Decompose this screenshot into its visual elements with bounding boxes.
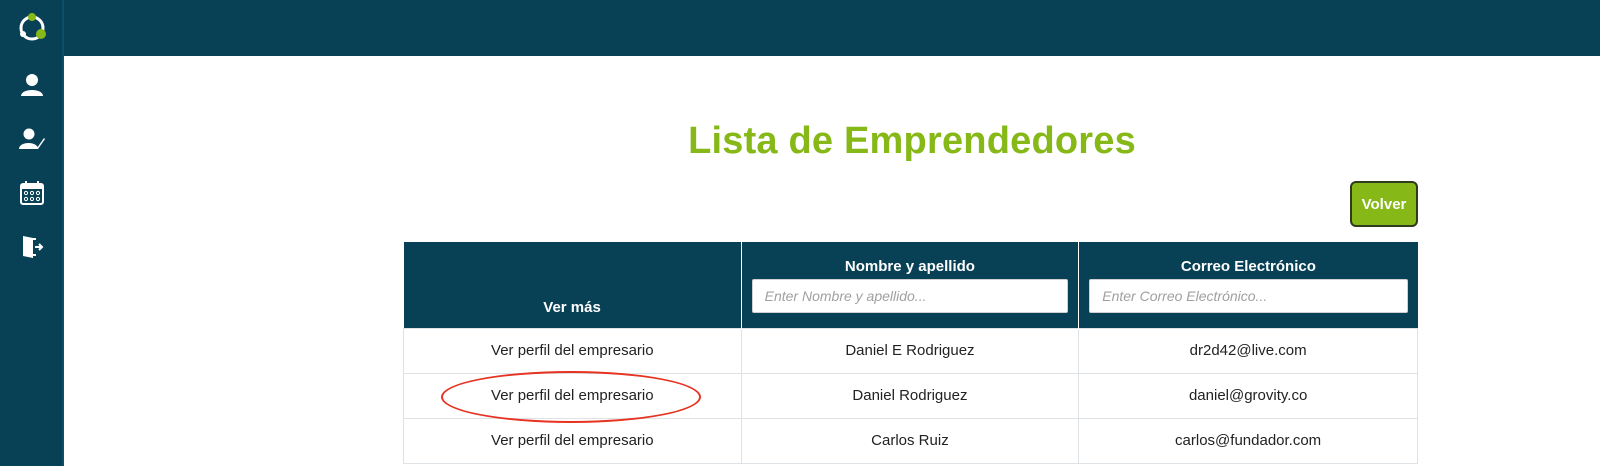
view-profile-link[interactable]: Ver perfil del empresario: [403, 372, 742, 419]
column-header-label: Correo Electrónico: [1180, 258, 1316, 276]
entrepreneurs-table: Ver más Nombre y apellido Correo Electró…: [403, 242, 1418, 464]
name-cell: Daniel E Rodriguez: [740, 327, 1080, 374]
view-profile-link[interactable]: Ver perfil del empresario: [403, 327, 742, 374]
email-cell: dr2d42@live.com: [1078, 327, 1418, 374]
name-cell: Daniel Rodriguez: [740, 372, 1080, 419]
column-header-name: Nombre y apellido: [741, 242, 1080, 328]
user-icon: [21, 74, 43, 96]
table-header-row: Ver más Nombre y apellido Correo Electró…: [403, 242, 1418, 328]
email-cell: daniel@grovity.co: [1078, 372, 1418, 419]
sidebar-item-calendar[interactable]: [14, 175, 50, 211]
column-header-ver-mas: Ver más: [403, 242, 742, 328]
sidebar-item-profile[interactable]: [14, 67, 50, 103]
name-filter-input[interactable]: [751, 279, 1069, 314]
back-button[interactable]: Volver: [1350, 181, 1418, 227]
email-filter-input[interactable]: [1089, 279, 1408, 314]
sidebar: [0, 0, 64, 466]
table-row: Ver perfil del empresario Carlos Ruiz ca…: [403, 417, 1418, 464]
column-header-email: Correo Electrónico: [1078, 242, 1418, 328]
column-header-label: Ver más: [543, 298, 601, 316]
app-logo-icon[interactable]: [16, 12, 48, 44]
calendar-icon: [20, 181, 44, 205]
email-cell: carlos@fundador.com: [1078, 417, 1418, 464]
page-title: Lista de Emprendedores: [688, 120, 1136, 162]
sidebar-item-logout[interactable]: [14, 229, 50, 265]
name-cell: Carlos Ruiz: [740, 417, 1080, 464]
top-header-bar: [0, 0, 1600, 56]
view-profile-link[interactable]: Ver perfil del empresario: [403, 417, 742, 464]
table-row: Ver perfil del empresario Daniel E Rodri…: [403, 327, 1418, 374]
column-header-label: Nombre y apellido: [844, 258, 975, 276]
table-row: Ver perfil del empresario Daniel Rodrigu…: [403, 372, 1418, 419]
logout-door-icon: [23, 236, 44, 258]
